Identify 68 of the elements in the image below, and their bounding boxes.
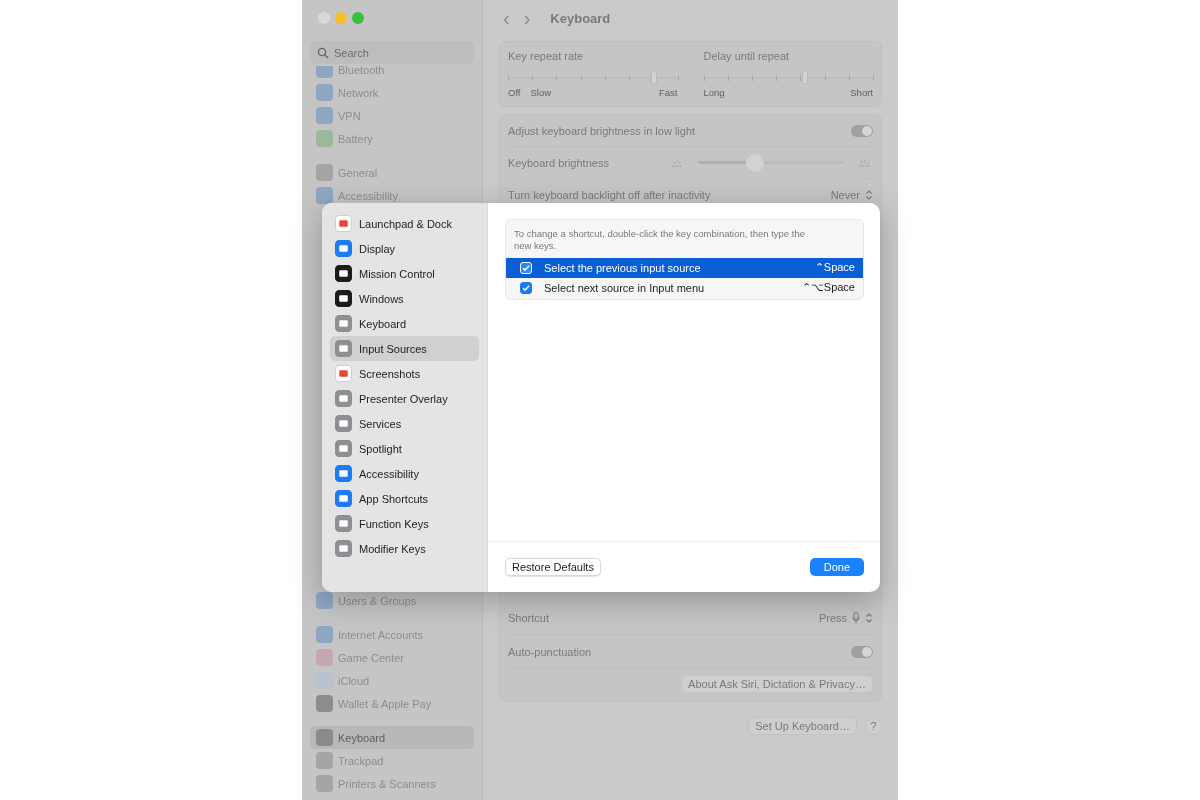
sidebar-item[interactable]: VPN [310,104,474,127]
sidebar-item[interactable]: Bluetooth [310,66,474,81]
category-item[interactable]: Function Keys [330,511,479,536]
slider-caption: Short [850,87,873,98]
window-control[interactable] [335,12,347,24]
stepper-icon [865,611,873,624]
category-item[interactable]: Screenshots [330,361,479,386]
page-title: Keyboard [550,10,611,26]
popup-button[interactable]: Press [818,611,873,624]
category-item[interactable]: Display [330,236,479,261]
back-button[interactable]: ‹ [503,8,510,28]
category-item[interactable]: Keyboard [330,311,479,336]
setting-label: Adjust keyboard brightness in low light [508,124,696,137]
setting-label: Auto-punctuation [508,645,592,658]
slider-label: Key repeat rate [508,50,585,62]
category-item[interactable]: Modifier Keys [330,536,479,561]
slider-thumb[interactable] [650,70,657,85]
setting-label: Shortcut [508,611,549,624]
checkbox[interactable] [520,281,532,294]
slider-caption: Slow [530,87,552,98]
slider-track[interactable] [508,70,678,86]
sidebar-item[interactable]: Battery [310,127,474,150]
sidebar-item[interactable]: General [310,161,474,184]
shortcut-row[interactable]: Select the previous input source ⌃Space [506,257,863,278]
stepper-icon [865,188,873,201]
category-item[interactable]: Windows [330,286,479,311]
forward-button[interactable]: › [523,8,531,28]
slider-caption: Off [508,87,521,98]
shortcut-row[interactable]: Select next source in Input menu ⌃⌥Space [506,277,863,298]
category-item[interactable]: Spotlight [330,436,479,461]
search-icon [317,47,329,59]
slider-track[interactable] [703,70,873,86]
category-item[interactable]: Input Sources [330,336,479,361]
setting-label: Keyboard brightness [508,156,609,169]
hint-text: To change a shortcut, double-click the key combination, then type the new keys. [513,227,806,253]
bright-brightness-icon [857,158,873,167]
help-button[interactable]: ? [865,717,882,735]
slider-label: Delay until repeat [703,50,791,62]
window-control[interactable] [352,12,364,24]
sidebar-item[interactable]: Wallet & Apple Pay [310,692,474,715]
slider-thumb[interactable] [745,153,764,172]
slider-caption: Fast [659,87,678,98]
slider-thumb[interactable] [802,70,809,85]
restore-defaults-button[interactable]: Restore Defaults [505,558,601,576]
toggle-switch[interactable] [851,645,873,658]
search-field[interactable]: Search [310,41,474,64]
microphone-icon [852,611,860,624]
shortcut-label: Select the previous input source [544,261,701,274]
key-combination: ⌃⌥Space [801,281,855,295]
category-item[interactable]: Launchpad & Dock [330,211,479,236]
shortcut-label: Select next source in Input menu [544,281,705,294]
category-item[interactable]: Services [330,411,479,436]
category-item[interactable]: Presenter Overlay [330,386,479,411]
setting-label: Turn keyboard backlight off after inactivity [508,188,711,201]
sidebar-item[interactable]: Printers & Scanners [310,772,474,795]
sidebar-item[interactable]: Keyboard [310,726,474,749]
toggle-switch[interactable] [851,124,873,137]
setup-keyboard-button[interactable]: Set Up Keyboard… [748,717,857,735]
sidebar-item[interactable]: Network [310,81,474,104]
category-item[interactable]: Mission Control [330,261,479,286]
slider-caption: Long [703,87,725,98]
category-item[interactable]: App Shortcuts [330,486,479,511]
category-item[interactable]: Accessibility [330,461,479,486]
privacy-button[interactable]: About Ask Siri, Dictation & Privacy… [681,675,873,693]
popup-button[interactable]: Never [830,188,873,201]
done-button[interactable]: Done [809,558,864,576]
key-combination: ⌃Space [814,261,855,275]
sidebar-item[interactable]: Internet Accounts [310,623,474,646]
